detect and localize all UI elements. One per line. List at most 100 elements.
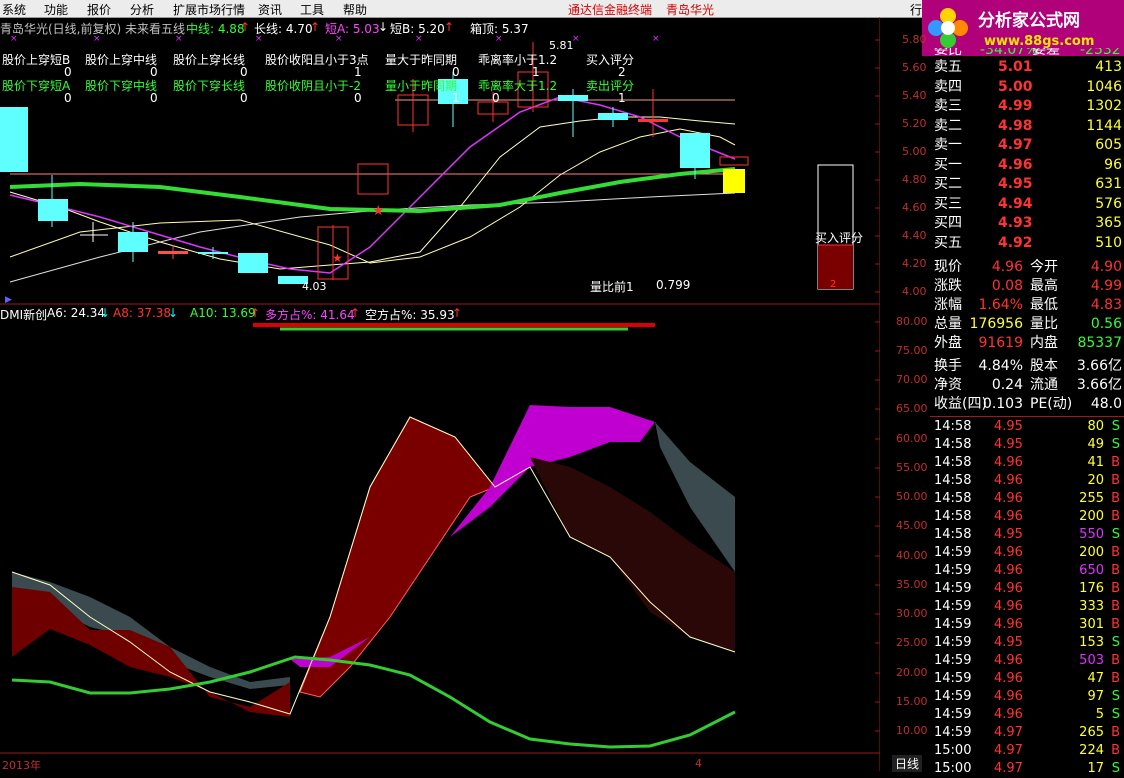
tick-price: 4.96 [994, 491, 1023, 506]
stat-value: 91619 [978, 335, 1023, 351]
tick-time: 14:59 [934, 671, 972, 686]
tick-row: 14:59 4.96 176 B [930, 580, 1124, 598]
signal-label: 股价上穿短B [2, 53, 71, 67]
dmi-axis-label: 25.00 [896, 636, 928, 649]
quote-stat-row: 现价 4.96 今开 4.90 [930, 258, 1124, 277]
order-volume: 413 [1095, 59, 1122, 75]
tick-volume: 20 [1087, 473, 1104, 488]
price-axis-label: 4.20 [902, 257, 927, 270]
tick-side: B [1111, 563, 1120, 578]
order-level-label: 卖四 [934, 78, 962, 95]
dmi-axis-label: 65.00 [896, 402, 928, 415]
order-volume: 1144 [1086, 117, 1122, 134]
arrow-up-icon: ↑ [444, 20, 455, 34]
menu-extended-market[interactable]: 扩展市场行情 [173, 1, 245, 18]
mid-line-label: 中线: 4.88 [186, 22, 245, 36]
tick-time: 14:59 [934, 653, 972, 668]
order-level-label: 卖三 [934, 98, 962, 114]
tick-price: 4.96 [994, 581, 1023, 596]
dmi-axis-label: 50.00 [896, 490, 928, 503]
tick-volume: 153 [1079, 635, 1104, 650]
menu-tools[interactable]: 工具 [300, 1, 324, 18]
order-level-label: 买三 [934, 195, 962, 212]
price-axis-label: 5.80 [902, 33, 927, 46]
bid-row[interactable]: 买三 4.94 576 [930, 195, 1124, 214]
bid-row[interactable]: 买一 4.96 96 [930, 156, 1124, 175]
tick-volume: 255 [1079, 491, 1104, 506]
stat-value: 1.64% [978, 297, 1023, 313]
signal-label: 量小于昨同期 [385, 79, 458, 93]
tick-row: 15:00 4.97 17 S [930, 760, 1124, 778]
buy-score-value: 2 [830, 279, 837, 290]
high-price-marker: 5.81 [549, 39, 574, 52]
tick-row: 14:58 4.96 41 B [930, 454, 1124, 472]
tick-price: 4.96 [994, 599, 1023, 614]
order-volume: 1302 [1086, 98, 1122, 114]
logo-text: 分析家公式网 [978, 11, 1080, 31]
stat-label: 现价 [934, 259, 962, 275]
tick-side: S [1111, 419, 1120, 434]
chart-area[interactable]: ★ ★ × × × × × × × × × ▶ 青岛华光(日线,前复权) 未来看… [0, 17, 928, 772]
bid-row[interactable]: 买五 4.92 510 [930, 234, 1124, 253]
order-level-label: 买五 [934, 234, 962, 251]
arrow-down-icon: ↓ [168, 306, 179, 320]
price-axis-label: 5.00 [902, 145, 927, 158]
order-volume: 576 [1095, 195, 1122, 212]
dmi-a10-label: A10: 13.69 [190, 306, 256, 320]
tick-volume: 200 [1079, 509, 1104, 524]
tick-side: B [1111, 599, 1120, 614]
ask-row[interactable]: 卖三 4.99 1302 [930, 97, 1124, 116]
order-price: 4.97 [998, 137, 1033, 153]
fund-label: PE(动) [1030, 396, 1073, 412]
quote-stat-row: 总量 176956 量比 0.56 [930, 315, 1124, 334]
menu-system[interactable]: 系统 [2, 1, 26, 18]
app-title: 通达信金融终端 [568, 3, 653, 17]
ask-row[interactable]: 卖二 4.98 1144 [930, 117, 1124, 136]
fundamental-row: 换手 4.84% 股本 3.66亿 [930, 357, 1124, 376]
quote-stat-row: 涨幅 1.64% 最低 4.83 [930, 296, 1124, 315]
bid-row[interactable]: 买四 4.93 365 [930, 214, 1124, 233]
tick-volume: 200 [1079, 545, 1104, 560]
ask-row[interactable]: 卖一 4.97 605 [930, 136, 1124, 155]
order-level-label: 买二 [934, 176, 962, 192]
menu-analysis[interactable]: 分析 [130, 1, 154, 18]
stat-label: 涨幅 [934, 297, 962, 313]
tick-volume: 550 [1079, 527, 1104, 542]
tick-price: 4.95 [994, 527, 1023, 542]
arrow-down-icon: ↓ [100, 306, 111, 320]
tick-price: 4.96 [994, 563, 1023, 578]
dmi-axis-label: 70.00 [896, 373, 928, 386]
order-price: 4.95 [998, 176, 1033, 192]
tick-volume: 80 [1087, 419, 1104, 434]
stat-label: 涨跌 [934, 278, 962, 294]
ask-row[interactable]: 卖五 5.01 413 [930, 58, 1124, 77]
order-level-label: 买一 [934, 156, 962, 173]
tick-time: 14:59 [934, 599, 972, 614]
menu-help[interactable]: 帮助 [343, 1, 367, 18]
signal-label: 股价下穿长线 [173, 79, 246, 93]
quote-panel: 委比 -34.07% 委差 -2532 卖五 5.01 413 卖四 5.00 1046 卖… [930, 48, 1124, 776]
dmi-axis-label: 30.00 [896, 607, 928, 620]
svg-text:★: ★ [332, 251, 343, 265]
tick-time: 14:59 [934, 689, 972, 704]
signal-value: 0 [240, 91, 248, 105]
menu-quote[interactable]: 报价 [87, 1, 111, 18]
period-day-button[interactable]: 日线 [892, 755, 923, 772]
menu-quote-cut[interactable]: 行 [910, 1, 922, 18]
ask-row[interactable]: 卖四 5.00 1046 [930, 78, 1124, 97]
tick-row: 15:00 4.97 224 B [930, 742, 1124, 760]
tick-price: 4.97 [994, 761, 1023, 776]
signal-label: 乖离率大于1.2 [478, 79, 558, 93]
tick-row: 14:58 4.96 200 B [930, 508, 1124, 526]
bid-row[interactable]: 买二 4.95 631 [930, 175, 1124, 194]
stat-label: 量比 [1030, 316, 1058, 332]
order-price: 4.92 [998, 234, 1033, 251]
signal-label: 量大于昨同期 [385, 53, 458, 67]
price-axis-label: 4.80 [902, 173, 927, 186]
menu-news[interactable]: 资讯 [258, 1, 282, 18]
dmi-short-pct: 空方占%: 35.93 [365, 308, 455, 322]
menu-function[interactable]: 功能 [44, 1, 68, 18]
dmi-indicator-name[interactable]: DMI新创 [0, 306, 47, 323]
price-axis-label: 4.00 [902, 285, 927, 298]
tick-time: 14:59 [934, 707, 972, 722]
